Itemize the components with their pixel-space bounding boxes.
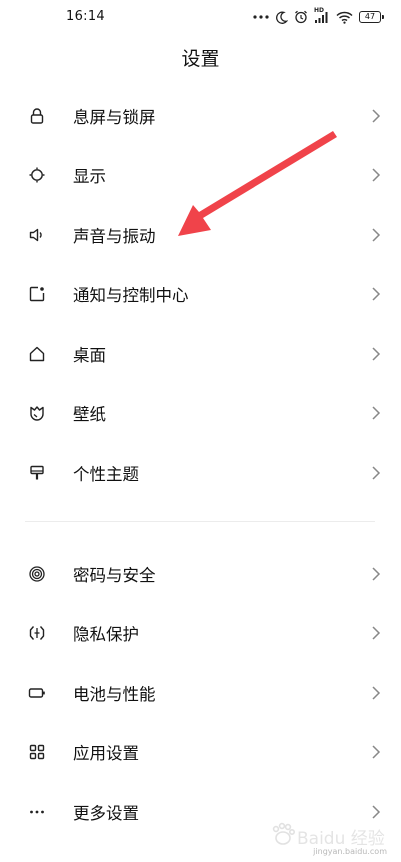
settings-screen: 16:14 HD 47 设置 息屏与锁屏 显示 声音与振动 通知与控制中心 桌面… <box>0 0 401 862</box>
alarm-icon <box>294 10 308 24</box>
settings-item-label: 个性主题 <box>73 464 139 484</box>
chevron-right-icon <box>371 625 381 641</box>
settings-item-label: 显示 <box>73 167 106 187</box>
theme-brush-icon <box>28 464 46 482</box>
settings-item-label: 更多设置 <box>73 803 139 823</box>
chevron-right-icon <box>371 405 381 421</box>
chevron-right-icon <box>371 744 381 760</box>
moon-icon <box>275 11 288 24</box>
settings-group-1: 息屏与锁屏 显示 声音与振动 通知与控制中心 桌面 壁纸 个性主题 <box>0 86 401 503</box>
wallpaper-icon <box>28 404 46 422</box>
lock-icon <box>28 107 46 125</box>
settings-item-label: 声音与振动 <box>73 226 156 246</box>
section-divider <box>25 521 375 522</box>
settings-item-label: 应用设置 <box>73 744 139 764</box>
status-icons: HD 47 <box>253 7 384 26</box>
apps-grid-icon <box>28 743 46 761</box>
chevron-right-icon <box>371 346 381 362</box>
privacy-shield-icon <box>28 624 46 642</box>
settings-item-label: 电池与性能 <box>73 684 156 704</box>
settings-item-battery[interactable]: 电池与性能 <box>0 663 401 723</box>
settings-item-label: 桌面 <box>73 345 106 365</box>
battery-icon: 47 <box>359 11 384 23</box>
settings-item-home-screen[interactable]: 桌面 <box>0 324 401 384</box>
settings-item-label: 隐私保护 <box>73 625 139 645</box>
chevron-right-icon <box>371 286 381 302</box>
settings-item-themes[interactable]: 个性主题 <box>0 443 401 503</box>
page-title: 设置 <box>181 48 220 70</box>
notification-icon <box>28 285 46 303</box>
settings-item-label: 壁纸 <box>73 405 106 425</box>
more-dots-icon <box>28 803 46 821</box>
status-time: 16:14 <box>66 9 105 24</box>
chevron-right-icon <box>371 167 381 183</box>
signal-icon: HD <box>314 7 330 24</box>
settings-item-privacy[interactable]: 隐私保护 <box>0 604 401 664</box>
hd-label: HD <box>314 7 325 14</box>
home-icon <box>28 345 46 363</box>
settings-item-wallpaper[interactable]: 壁纸 <box>0 384 401 444</box>
chevron-right-icon <box>371 685 381 701</box>
settings-item-password-security[interactable]: 密码与安全 <box>0 544 401 604</box>
settings-item-display[interactable]: 显示 <box>0 146 401 206</box>
chevron-right-icon <box>371 108 381 124</box>
settings-item-notifications[interactable]: 通知与控制中心 <box>0 265 401 325</box>
chevron-right-icon <box>371 465 381 481</box>
dots-icon <box>253 14 269 20</box>
settings-item-sound[interactable]: 声音与振动 <box>0 205 401 265</box>
settings-item-label: 息屏与锁屏 <box>73 107 156 127</box>
settings-item-label: 密码与安全 <box>73 565 156 585</box>
settings-group-2: 密码与安全 隐私保护 电池与性能 应用设置 更多设置 <box>0 544 401 842</box>
settings-item-label: 通知与控制中心 <box>73 286 189 306</box>
fingerprint-icon <box>28 565 46 583</box>
watermark-url: jingyan.baidu.com <box>313 847 387 856</box>
status-bar: 16:14 HD 47 <box>0 0 401 36</box>
brightness-icon <box>28 166 46 184</box>
watermark-brand: Baidu 经验 <box>297 829 385 849</box>
chevron-right-icon <box>371 566 381 582</box>
settings-item-lock-screen[interactable]: 息屏与锁屏 <box>0 86 401 146</box>
wifi-icon <box>336 11 353 24</box>
speaker-icon <box>28 226 46 244</box>
settings-item-apps[interactable]: 应用设置 <box>0 723 401 783</box>
chevron-right-icon <box>371 227 381 243</box>
battery-outline-icon <box>28 684 46 702</box>
